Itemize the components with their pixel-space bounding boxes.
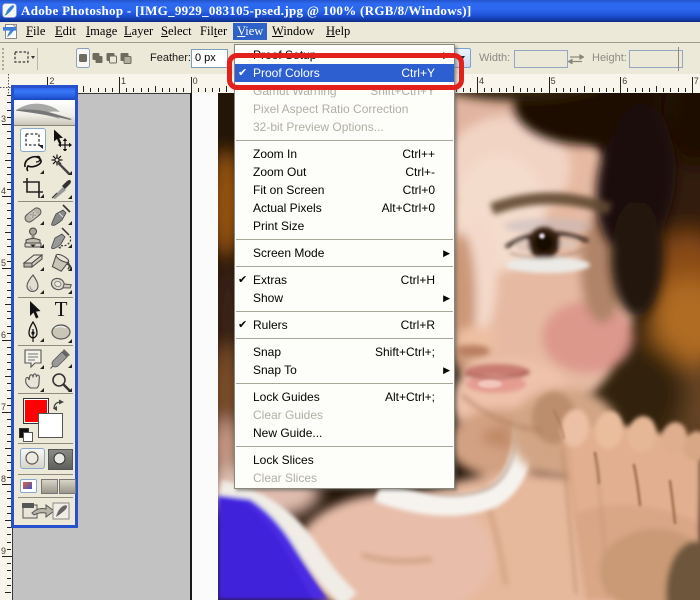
svg-text:T: T <box>55 298 68 320</box>
